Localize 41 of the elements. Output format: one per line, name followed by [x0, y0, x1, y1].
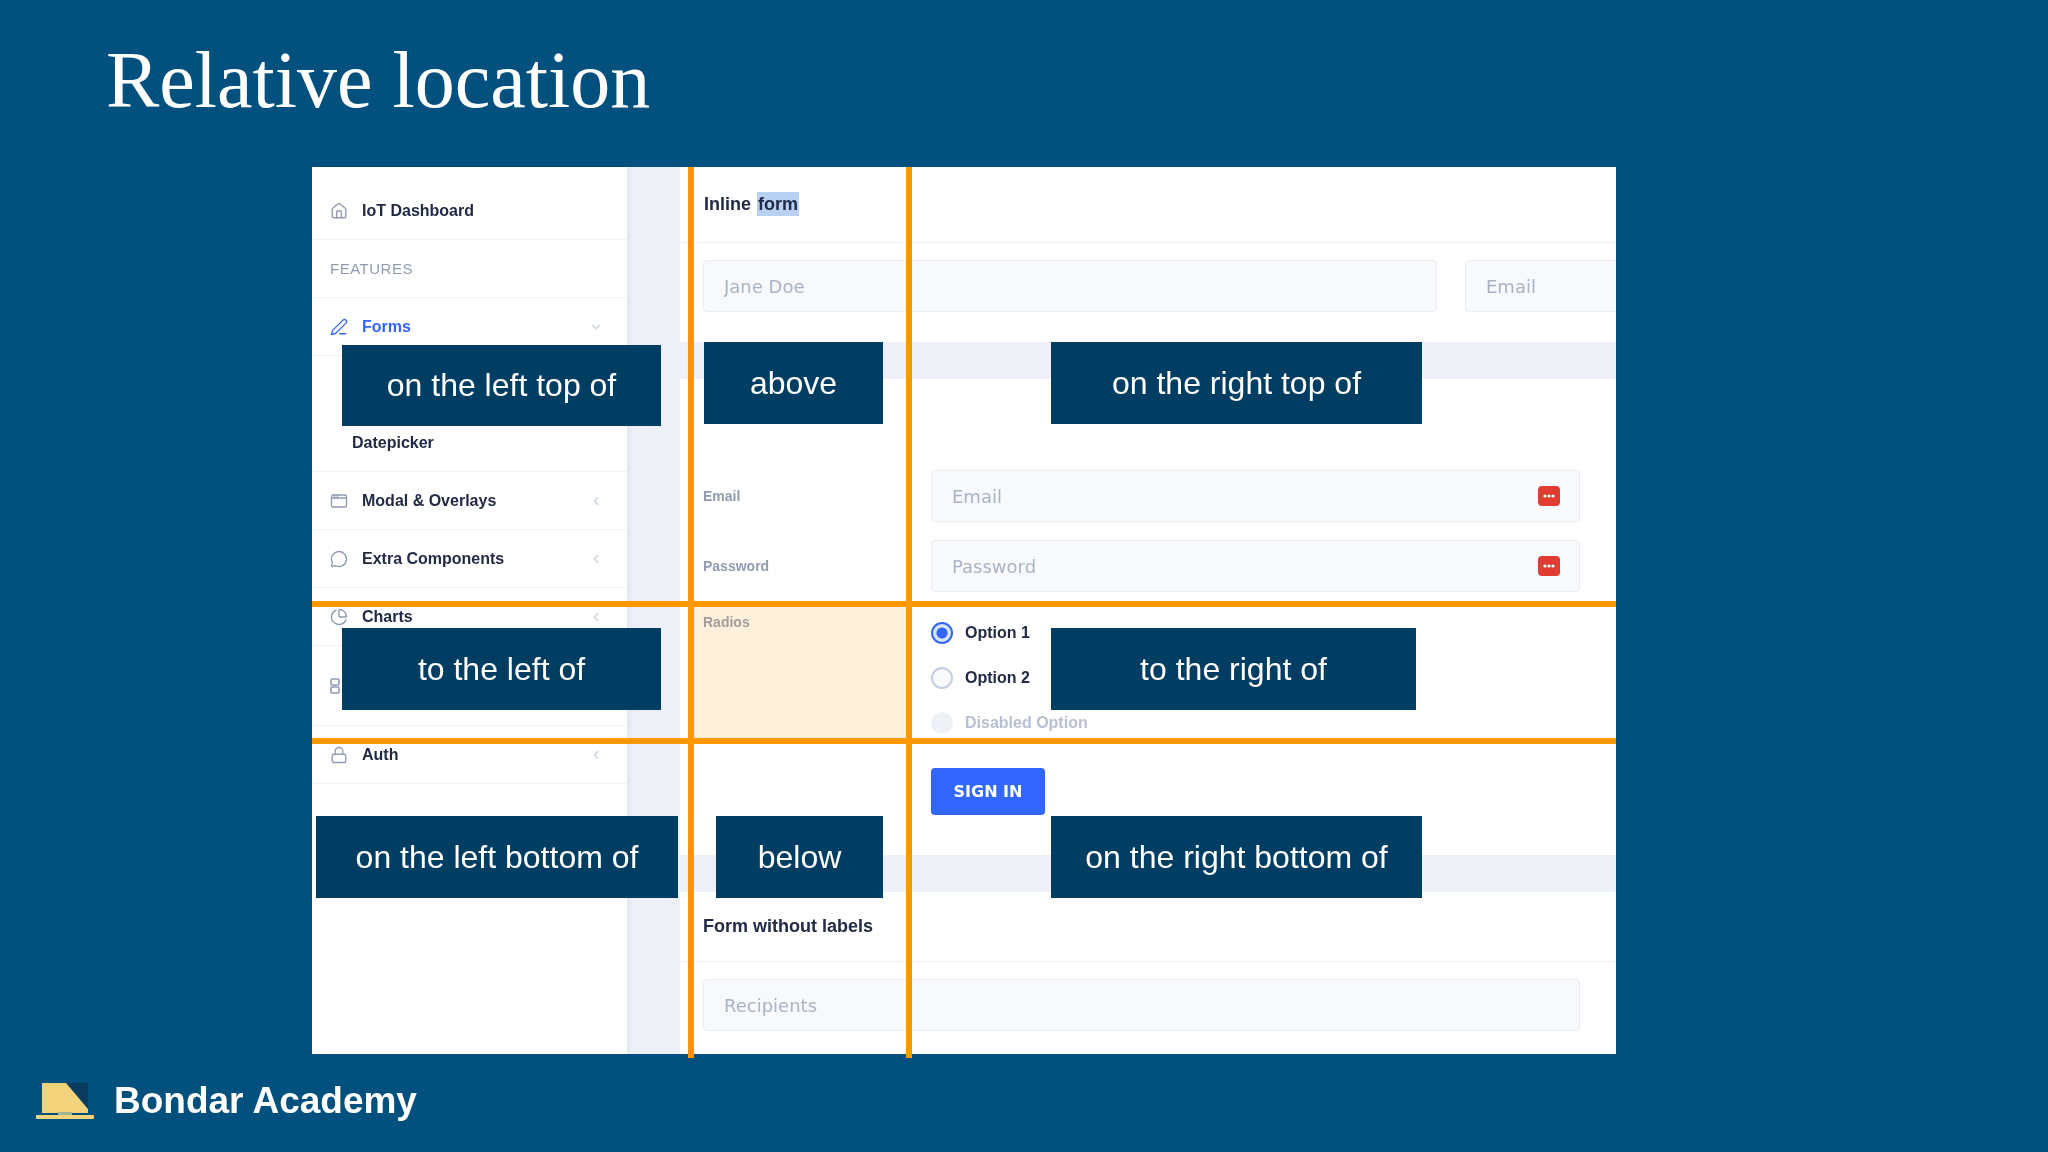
menu-item[interactable]: Charts	[362, 607, 413, 626]
input-field[interactable]: Email	[1465, 260, 1616, 312]
lock-icon	[330, 745, 348, 764]
callout-label: on the left top of	[342, 345, 661, 426]
slide-title: Relative location	[105, 35, 652, 126]
callout-label: to the right of	[1051, 628, 1416, 710]
menu-item[interactable]: Extra Components	[362, 549, 505, 568]
key-dots-icon	[1538, 556, 1560, 576]
callout-label: on the right bottom of	[1051, 816, 1422, 898]
laptop-logo-icon	[36, 1082, 94, 1120]
menu-item[interactable]: IoT Dashboard	[362, 201, 474, 220]
pen-icon	[330, 317, 348, 336]
submenu-item[interactable]: Datepicker	[352, 433, 434, 452]
card-title: Form without labels	[703, 916, 873, 937]
callout-label: to the left of	[342, 628, 661, 710]
grid-icon	[330, 677, 340, 694]
field-label: Email	[703, 488, 741, 504]
field-label: Radios	[703, 614, 750, 630]
home-icon	[330, 201, 348, 220]
callout-label: on the right top of	[1051, 342, 1422, 424]
pie-chart-icon	[330, 607, 348, 626]
chat-bubble-icon	[330, 549, 348, 568]
key-dots-icon	[1538, 486, 1560, 506]
menu-item[interactable]: Forms	[362, 317, 411, 336]
input-field[interactable]: Email	[931, 470, 1580, 522]
radio-option[interactable]: Option 2	[931, 667, 1030, 689]
brand-name: Bondar Academy	[114, 1080, 417, 1122]
input-field[interactable]: Recipients	[703, 979, 1580, 1031]
callout-label: below	[716, 816, 883, 898]
sign-in-button[interactable]: SIGN IN	[931, 768, 1045, 815]
window-icon	[330, 491, 348, 510]
radio-button[interactable]	[931, 622, 953, 644]
callout-label: above	[704, 342, 883, 424]
menu-item[interactable]: Auth	[362, 745, 399, 764]
menu-item[interactable]: Modal & Overlays	[362, 491, 497, 510]
input-field[interactable]: Password	[931, 540, 1580, 592]
card-title: Inline form	[703, 194, 800, 215]
section-heading: FEATURES	[330, 260, 413, 277]
field-label: Password	[703, 558, 770, 574]
callout-label: on the left bottom of	[316, 816, 678, 898]
radio-option[interactable]: Option 1	[931, 622, 1030, 644]
